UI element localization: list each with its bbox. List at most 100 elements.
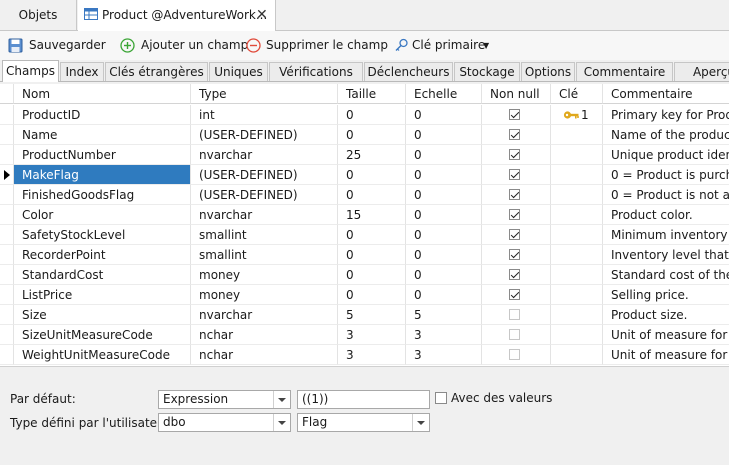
row-indicator[interactable] — [0, 325, 14, 345]
chevron-down-icon[interactable] — [273, 391, 290, 408]
not-null-checkbox[interactable] — [509, 349, 520, 360]
field-size-cell[interactable]: 0 — [338, 245, 406, 265]
default-type-select[interactable]: Expression — [158, 390, 291, 409]
add-field-button[interactable]: Ajouter un champ — [120, 31, 248, 60]
not-null-checkbox[interactable] — [509, 269, 520, 280]
tab-product[interactable]: Product @AdventureWork... ✕ — [78, 0, 276, 31]
row-indicator[interactable] — [0, 105, 14, 125]
field-scale-cell[interactable]: 0 — [406, 145, 482, 165]
field-comment-cell[interactable]: Selling price. — [603, 285, 729, 305]
field-type-cell[interactable]: nchar — [191, 345, 338, 365]
field-name-cell[interactable]: Color — [14, 205, 191, 225]
field-name-cell[interactable]: SizeUnitMeasureCode — [14, 325, 191, 345]
field-name-cell[interactable]: ListPrice — [14, 285, 191, 305]
field-name-cell[interactable]: FinishedGoodsFlag — [14, 185, 191, 205]
user-type-select[interactable]: Flag — [297, 413, 430, 432]
tab-verifications[interactable]: Vérifications — [269, 62, 363, 81]
not-null-checkbox[interactable] — [509, 289, 520, 300]
not-null-checkbox[interactable] — [509, 109, 520, 120]
field-key-cell[interactable] — [551, 345, 603, 365]
field-size-cell[interactable]: 3 — [338, 325, 406, 345]
field-type-cell[interactable]: money — [191, 285, 338, 305]
not-null-checkbox[interactable] — [509, 169, 520, 180]
field-scale-cell[interactable]: 0 — [406, 245, 482, 265]
field-type-cell[interactable]: money — [191, 265, 338, 285]
field-size-cell[interactable]: 0 — [338, 185, 406, 205]
tab-declencheurs[interactable]: Déclencheurs — [364, 62, 453, 81]
field-comment-cell[interactable]: Inventory level that triggers a purchase… — [603, 245, 729, 265]
table-row[interactable]: Size nvarchar 5 5 Product size. — [0, 305, 729, 325]
field-type-cell[interactable]: (USER-DEFINED) — [191, 185, 338, 205]
tab-uniques[interactable]: Uniques — [209, 62, 268, 81]
field-type-cell[interactable]: nvarchar — [191, 305, 338, 325]
field-comment-cell[interactable]: Primary key for Product records. — [603, 105, 729, 125]
field-size-cell[interactable]: 0 — [338, 165, 406, 185]
field-type-cell[interactable]: nvarchar — [191, 145, 338, 165]
table-row[interactable]: FinishedGoodsFlag (USER-DEFINED) 0 0 0 = Pro… — [0, 185, 729, 205]
row-indicator[interactable] — [0, 345, 14, 365]
table-row[interactable]: MakeFlag (USER-DEFINED) 0 0 0 = Product is p… — [0, 165, 729, 185]
column-header-comment[interactable]: Commentaire — [603, 84, 729, 104]
field-scale-cell[interactable]: 0 — [406, 225, 482, 245]
field-key-cell[interactable] — [551, 165, 603, 185]
field-type-cell[interactable]: smallint — [191, 225, 338, 245]
tab-commentaire[interactable]: Commentaire — [576, 62, 673, 81]
with-values-checkbox[interactable] — [435, 392, 447, 404]
tab-champs[interactable]: Champs — [2, 60, 59, 82]
field-key-cell[interactable] — [551, 145, 603, 165]
field-name-cell[interactable]: Size — [14, 305, 191, 325]
field-key-cell[interactable] — [551, 265, 603, 285]
table-row[interactable]: ProductNumber nvarchar 25 0 Unique product i… — [0, 145, 729, 165]
not-null-checkbox[interactable] — [509, 229, 520, 240]
table-row[interactable]: Color nvarchar 15 0 Product color. — [0, 205, 729, 225]
chevron-down-icon[interactable]: ▼ — [483, 31, 489, 60]
column-header-scale[interactable]: Echelle — [406, 84, 482, 104]
field-key-cell[interactable] — [551, 245, 603, 265]
table-row[interactable]: Name (USER-DEFINED) 0 0 Name of the product. — [0, 125, 729, 145]
field-type-cell[interactable]: int — [191, 105, 338, 125]
table-row[interactable]: SafetyStockLevel smallint 0 0 Minimum invent… — [0, 225, 729, 245]
table-row[interactable]: SizeUnitMeasureCode nchar 3 3 Unit of measur… — [0, 325, 729, 345]
field-size-cell[interactable]: 0 — [338, 125, 406, 145]
field-size-cell[interactable]: 0 — [338, 105, 406, 125]
chevron-down-icon[interactable] — [273, 414, 290, 431]
row-indicator[interactable] — [0, 185, 14, 205]
not-null-checkbox[interactable] — [509, 129, 520, 140]
field-size-cell[interactable]: 3 — [338, 345, 406, 365]
table-row[interactable]: ProductIDint001Primary key for Product r… — [0, 105, 729, 125]
row-indicator[interactable] — [0, 225, 14, 245]
field-key-cell[interactable] — [551, 225, 603, 245]
field-comment-cell[interactable]: Minimum inventory quantity. — [603, 225, 729, 245]
not-null-checkbox[interactable] — [509, 209, 520, 220]
field-key-cell[interactable] — [551, 325, 603, 345]
field-name-cell[interactable]: ProductID — [14, 105, 191, 125]
default-value-input[interactable]: ((1)) — [297, 390, 430, 409]
field-name-cell[interactable]: RecorderPoint — [14, 245, 191, 265]
not-null-checkbox[interactable] — [509, 189, 520, 200]
field-name-cell[interactable]: Name — [14, 125, 191, 145]
field-scale-cell[interactable]: 0 — [406, 205, 482, 225]
field-scale-cell[interactable]: 0 — [406, 285, 482, 305]
field-type-cell[interactable]: (USER-DEFINED) — [191, 125, 338, 145]
field-scale-cell[interactable]: 0 — [406, 185, 482, 205]
field-key-cell[interactable] — [551, 305, 603, 325]
schema-select[interactable]: dbo — [158, 413, 291, 432]
field-scale-cell[interactable]: 3 — [406, 345, 482, 365]
delete-field-button[interactable]: Supprimer le champ — [246, 31, 388, 60]
field-scale-cell[interactable]: 0 — [406, 105, 482, 125]
field-scale-cell[interactable]: 0 — [406, 125, 482, 145]
field-comment-cell[interactable]: 0 = Product is not a salable item. — [603, 185, 729, 205]
field-scale-cell[interactable]: 3 — [406, 325, 482, 345]
field-comment-cell[interactable]: Product color. — [603, 205, 729, 225]
field-name-cell[interactable]: MakeFlag — [14, 165, 191, 185]
field-scale-cell[interactable]: 5 — [406, 305, 482, 325]
close-tab-icon[interactable]: ✕ — [256, 0, 268, 30]
tab-index[interactable]: Index — [60, 62, 104, 81]
row-indicator[interactable] — [0, 165, 14, 185]
primary-key-button[interactable]: Clé primaire ▼ — [394, 31, 494, 60]
field-comment-cell[interactable]: Unit of measure for Weight column. — [603, 345, 729, 365]
table-row[interactable]: RecorderPoint smallint 0 0 Inventory level t… — [0, 245, 729, 265]
save-button[interactable]: Sauvegarder — [8, 31, 106, 60]
field-type-cell[interactable]: nvarchar — [191, 205, 338, 225]
field-key-cell[interactable] — [551, 285, 603, 305]
